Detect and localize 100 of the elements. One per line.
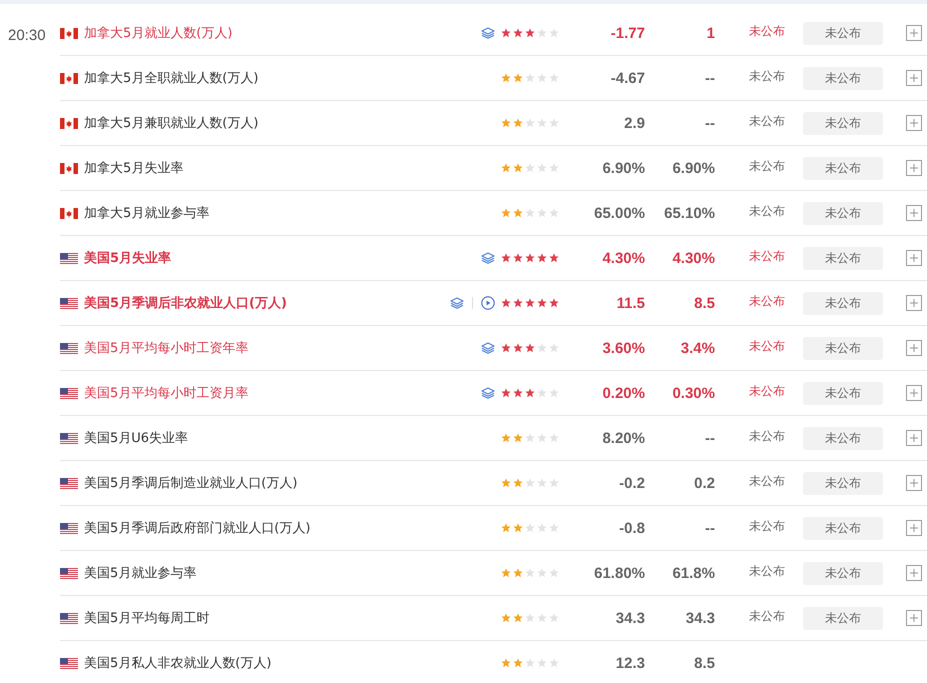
add-icon[interactable] bbox=[906, 70, 922, 86]
star-icon bbox=[549, 118, 559, 128]
layers-icon[interactable] bbox=[481, 342, 495, 354]
actual-value-button[interactable]: 未公布 bbox=[803, 202, 883, 224]
add-icon[interactable] bbox=[906, 205, 922, 221]
add-icon[interactable] bbox=[906, 520, 922, 536]
add-icon[interactable] bbox=[906, 340, 922, 356]
status-label: 未公布 bbox=[749, 158, 785, 174]
indicator-name[interactable]: 美国5月私人非农就业人数(万人) bbox=[84, 654, 272, 672]
indicator-name[interactable]: 加拿大5月失业率 bbox=[84, 159, 184, 177]
actual-value-button[interactable]: 未公布 bbox=[803, 292, 883, 314]
star-icon bbox=[525, 388, 535, 398]
status-label: 未公布 bbox=[749, 292, 785, 310]
indicator-name[interactable]: 美国5月就业参与率 bbox=[84, 564, 196, 582]
status-label: 未公布 bbox=[749, 68, 785, 84]
star-icon bbox=[513, 343, 523, 353]
indicator-name[interactable]: 加拿大5月兼职就业人数(万人) bbox=[84, 114, 258, 132]
add-icon[interactable] bbox=[906, 25, 922, 41]
indicator-name[interactable]: 美国5月季调后制造业就业人口(万人) bbox=[84, 474, 298, 492]
star-icon bbox=[501, 73, 511, 83]
indicator-name[interactable]: 美国5月失业率 bbox=[84, 249, 172, 267]
actual-value-button[interactable]: 未公布 bbox=[803, 336, 883, 360]
indicator-name[interactable]: 美国5月平均每小时工资年率 bbox=[84, 339, 248, 357]
actual-value-button[interactable]: 未公布 bbox=[803, 426, 883, 450]
star-icon bbox=[501, 523, 511, 533]
add-icon[interactable] bbox=[906, 475, 922, 491]
star-icon bbox=[525, 118, 535, 128]
actual-value-button[interactable]: 未公布 bbox=[803, 246, 883, 270]
star-icon bbox=[549, 658, 559, 668]
star-icon bbox=[549, 478, 559, 488]
actual-value-button[interactable]: 未公布 bbox=[803, 606, 883, 630]
status-label: 未公布 bbox=[749, 338, 785, 354]
indicator-name[interactable]: 美国5月U6失业率 bbox=[84, 429, 188, 447]
actual-value-button[interactable]: 未公布 bbox=[803, 472, 883, 494]
star-icon bbox=[525, 73, 535, 83]
status-label: 未公布 bbox=[749, 112, 785, 130]
star-icon bbox=[513, 478, 523, 488]
actual-value-button[interactable]: 未公布 bbox=[803, 22, 883, 44]
previous-value: 65.00% bbox=[593, 204, 645, 222]
star-icon bbox=[549, 73, 559, 83]
indicator-name[interactable]: 加拿大5月就业参与率 bbox=[84, 204, 210, 222]
forecast-value: -- bbox=[704, 114, 715, 132]
previous-value: 6.90% bbox=[601, 160, 645, 176]
star-icon bbox=[549, 298, 559, 308]
indicator-name[interactable]: 美国5月平均每周工时 bbox=[84, 609, 210, 627]
add-icon[interactable] bbox=[906, 295, 922, 311]
status-label: 未公布 bbox=[749, 382, 785, 400]
star-icon bbox=[525, 298, 535, 308]
actual-value-button[interactable]: 未公布 bbox=[803, 516, 883, 540]
forecast-value: 8.5 bbox=[693, 294, 715, 312]
add-icon[interactable] bbox=[906, 565, 922, 581]
star-icon bbox=[525, 253, 535, 263]
star-icon bbox=[549, 208, 559, 218]
actual-value-button[interactable]: 未公布 bbox=[803, 66, 883, 90]
forecast-value: 0.30% bbox=[671, 384, 715, 402]
add-icon[interactable] bbox=[906, 160, 922, 176]
star-icon bbox=[513, 298, 523, 308]
previous-value: -1.77 bbox=[610, 24, 645, 42]
add-icon[interactable] bbox=[906, 430, 922, 446]
forecast-value: 1 bbox=[706, 24, 715, 42]
star-icon bbox=[537, 73, 547, 83]
status-label: 未公布 bbox=[749, 428, 785, 444]
indicator-name[interactable]: 加拿大5月就业人数(万人) bbox=[84, 24, 232, 42]
indicator-name[interactable]: 美国5月季调后非农就业人口(万人) bbox=[84, 294, 287, 312]
star-icon bbox=[501, 253, 511, 263]
star-icon bbox=[537, 523, 547, 533]
star-icon bbox=[501, 208, 511, 218]
layers-icon[interactable] bbox=[481, 27, 495, 39]
star-icon bbox=[501, 298, 511, 308]
star-icon bbox=[537, 163, 547, 173]
previous-value: 4.30% bbox=[601, 250, 645, 266]
forecast-value: 3.4% bbox=[680, 340, 715, 356]
star-icon bbox=[549, 433, 559, 443]
layers-icon[interactable] bbox=[481, 387, 495, 399]
layers-icon[interactable] bbox=[450, 297, 464, 309]
star-icon bbox=[549, 343, 559, 353]
forecast-value: -- bbox=[704, 70, 715, 86]
actual-value-button[interactable]: 未公布 bbox=[803, 562, 883, 584]
play-icon[interactable] bbox=[481, 296, 495, 310]
add-icon[interactable] bbox=[906, 610, 922, 626]
star-icon bbox=[501, 613, 511, 623]
layers-icon[interactable] bbox=[481, 252, 495, 264]
actual-value-button[interactable]: 未公布 bbox=[803, 112, 883, 134]
add-icon[interactable] bbox=[906, 250, 922, 266]
status-label: 未公布 bbox=[749, 22, 785, 40]
previous-value: 0.20% bbox=[601, 384, 645, 402]
star-icon bbox=[537, 28, 547, 38]
star-icon bbox=[525, 523, 535, 533]
indicator-name[interactable]: 加拿大5月全职就业人数(万人) bbox=[84, 69, 258, 87]
star-icon bbox=[501, 343, 511, 353]
star-icon bbox=[549, 613, 559, 623]
add-icon[interactable] bbox=[906, 115, 922, 131]
star-icon bbox=[549, 568, 559, 578]
add-icon[interactable] bbox=[906, 385, 922, 401]
star-icon bbox=[525, 163, 535, 173]
actual-value-button[interactable]: 未公布 bbox=[803, 382, 883, 404]
star-icon bbox=[501, 568, 511, 578]
indicator-name[interactable]: 美国5月季调后政府部门就业人口(万人) bbox=[84, 519, 310, 537]
actual-value-button[interactable]: 未公布 bbox=[803, 156, 883, 180]
indicator-name[interactable]: 美国5月平均每小时工资月率 bbox=[84, 384, 248, 402]
